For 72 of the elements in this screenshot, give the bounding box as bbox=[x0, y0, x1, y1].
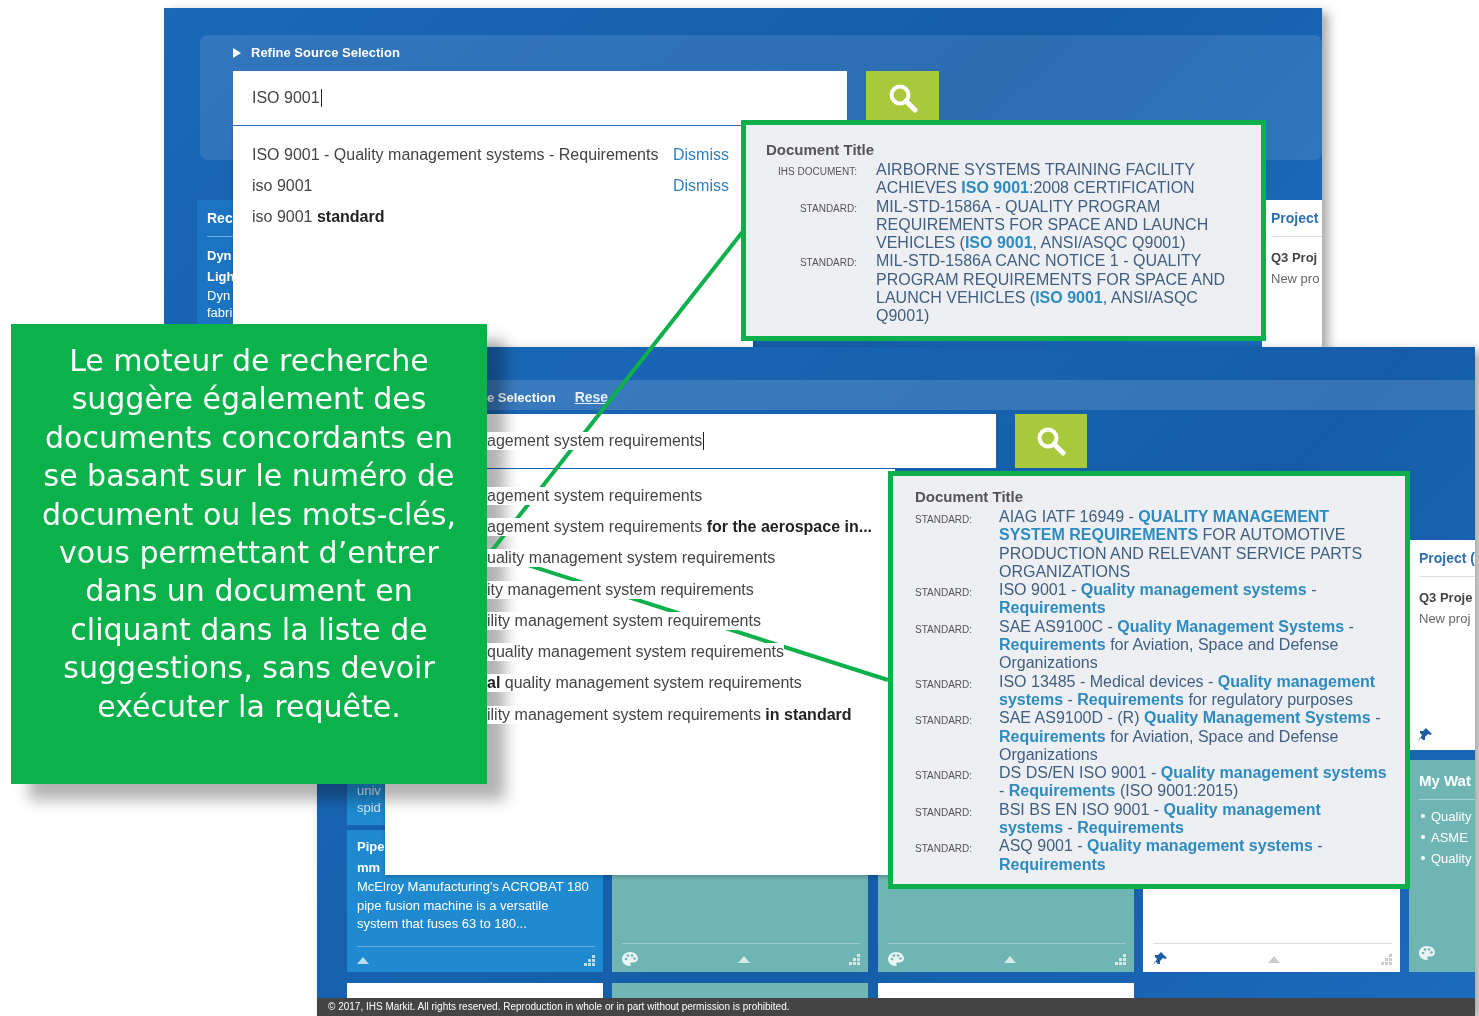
document-type-label: STANDARD: bbox=[915, 714, 974, 729]
document-title-suggestion[interactable]: MIL-STD-1586A - QUALITY PROGRAM REQUIREMENTS FOR SPACE AND LAUNCH VEHICLES (ISO 9001, ANSI/ASQC Q9001) bbox=[876, 197, 1236, 253]
suggestion-item[interactable]: ility management system requirements bbox=[487, 611, 761, 630]
tile-article-text: univ bbox=[357, 782, 382, 799]
dismiss-link[interactable]: Dismiss bbox=[673, 145, 729, 164]
document-title-suggestion[interactable]: ASQ 9001 - Quality management systems - Requirements bbox=[999, 837, 1389, 874]
collapse-triangle-icon[interactable] bbox=[1003, 955, 1016, 963]
resize-handle-icon[interactable] bbox=[1115, 953, 1126, 965]
suggestion-item[interactable]: ility management system requirements in standard bbox=[487, 705, 852, 724]
document-title-suggestion[interactable]: ISO 13485 - Medical devices - Quality management systems - Requirements for regulatory purposes bbox=[999, 672, 1389, 710]
suggestion-item[interactable]: agement system requirements for the aerospace in... bbox=[487, 517, 873, 536]
suggestion-item[interactable]: al quality management system requirements bbox=[487, 674, 802, 693]
suggestion-item[interactable]: ity management system requirements bbox=[487, 580, 754, 599]
popup-heading: Document Title bbox=[915, 488, 1025, 505]
palette-icon[interactable] bbox=[888, 952, 904, 966]
resize-handle-icon[interactable] bbox=[584, 955, 595, 966]
copyright-footer: © 2017, IHS Markit. All rights reserved. Reproduction in whole or in part without permission is prohibited. bbox=[317, 998, 1475, 1016]
document-title-suggestion[interactable]: AIRBORNE SYSTEMS TRAINING FACILITY ACHIEVES ISO 9001:2008 CERTIFICATION bbox=[876, 161, 1236, 198]
palette-icon[interactable] bbox=[622, 952, 638, 966]
resize-handle-icon[interactable] bbox=[849, 953, 860, 965]
project-text: New pro bbox=[1271, 270, 1321, 288]
reset-link[interactable]: Rese bbox=[574, 389, 609, 405]
document-title-suggestion[interactable]: SAE AS9100D - (R) Quality Management Systems - Requirements for Aviation, Space and Defense Organizations bbox=[999, 709, 1389, 765]
refine-source-label[interactable]: e Selection bbox=[487, 389, 556, 405]
suggestion-item[interactable]: quality management system requirements bbox=[487, 643, 785, 662]
dismiss-link[interactable]: Dismiss bbox=[673, 176, 729, 195]
collapse-triangle-icon[interactable] bbox=[737, 955, 750, 963]
tile-article-text: fabri bbox=[207, 304, 234, 321]
document-type-label: STANDARD: bbox=[915, 769, 974, 784]
document-title-suggestion[interactable]: AIAG IATF 16949 - QUALITY MANAGEMENT SYSTEM REQUIREMENTS FOR AUTOMOTIVE PRODUCTION AND RELEVANT SERVICE PARTS ORGANIZATIONS bbox=[999, 508, 1389, 582]
card-heading: Project ( bbox=[1419, 550, 1475, 577]
project-text: New proj bbox=[1419, 610, 1472, 628]
suggestion-item[interactable]: uality management system requirements bbox=[487, 549, 776, 568]
document-type-label: STANDARD: bbox=[915, 622, 974, 637]
project-title[interactable]: Q3 Proje bbox=[1419, 587, 1475, 609]
search-button[interactable] bbox=[1015, 414, 1087, 468]
document-type-label: STANDARD: bbox=[798, 256, 857, 271]
search-icon bbox=[1036, 426, 1066, 456]
suggestion-item[interactable]: ISO 9001 - Quality management systems - Requirements bbox=[252, 145, 673, 164]
callout-text: Le moteur de recherche suggère également des documents concordants en se basant sur le numéro de document ou les mots-clés, vous permettant d’entrer dans un document en cliquant dans la liste de suggestions, sans devoir exécuter la requête. bbox=[11, 324, 487, 784]
document-title-suggestion[interactable]: MIL-STD-1586A CANC NOTICE 1 - QUALITY PROGRAM REQUIREMENTS FOR SPACE AND LAUNCH VEHICLES (ISO 9001, ANSI/ASQC Q9001) bbox=[876, 252, 1236, 326]
collapse-triangle-icon[interactable] bbox=[357, 957, 369, 964]
search-field[interactable]: agement system requirements bbox=[487, 414, 996, 468]
document-title-suggestion[interactable]: DS DS/EN ISO 9001 - Quality management systems - Requirements (ISO 9001:2015) bbox=[999, 764, 1389, 801]
suggestion-item[interactable]: iso 9001 bbox=[252, 176, 673, 195]
popup-heading: Document Title bbox=[766, 141, 876, 158]
collapse-triangle-icon[interactable] bbox=[1268, 955, 1280, 963]
document-type-label: STANDARD: bbox=[915, 677, 974, 692]
tile-article-text: spid bbox=[357, 799, 382, 816]
document-type-label: STANDARD: bbox=[915, 513, 974, 527]
document-type-label: STANDARD: bbox=[915, 842, 974, 857]
search-icon bbox=[887, 83, 918, 113]
triangle-right-icon[interactable] bbox=[233, 47, 241, 58]
document-type-label: STANDARD: bbox=[915, 805, 974, 820]
search-field[interactable]: ISO 9001 bbox=[233, 71, 847, 125]
document-type-label: IHS DOCUMENT: bbox=[777, 165, 857, 179]
card-heading: Project bbox=[1271, 210, 1322, 237]
pin-icon[interactable] bbox=[1418, 728, 1432, 742]
tile-article-text: Dyn bbox=[207, 287, 232, 304]
refine-source-label[interactable]: Refine Source Selection bbox=[251, 45, 400, 60]
document-type-label: STANDARD: bbox=[915, 586, 974, 601]
document-title-suggestion[interactable]: ISO 9001 - Quality management systems - Requirements bbox=[999, 581, 1389, 618]
suggestion-item[interactable]: agement system requirements bbox=[487, 486, 703, 505]
tile-heading: My Wat bbox=[1419, 772, 1475, 800]
resize-handle-icon[interactable] bbox=[1381, 953, 1392, 965]
project-title[interactable]: Q3 Proj bbox=[1271, 247, 1322, 269]
document-title-suggestion[interactable]: BSI BS EN ISO 9001 - Quality management systems - Requirements bbox=[999, 800, 1389, 838]
pin-icon[interactable] bbox=[1153, 952, 1167, 966]
tile-article-text: McElroy Manufacturing's ACROBAT 180 pipe fusion machine is a versatile system that fuses 63 to 180... bbox=[357, 878, 590, 933]
palette-icon[interactable] bbox=[1419, 946, 1435, 960]
document-type-label: STANDARD: bbox=[798, 201, 857, 216]
document-title-suggestion[interactable]: SAE AS9100C - Quality Management Systems - Requirements for Aviation, Space and Defense Organizations bbox=[999, 617, 1389, 673]
